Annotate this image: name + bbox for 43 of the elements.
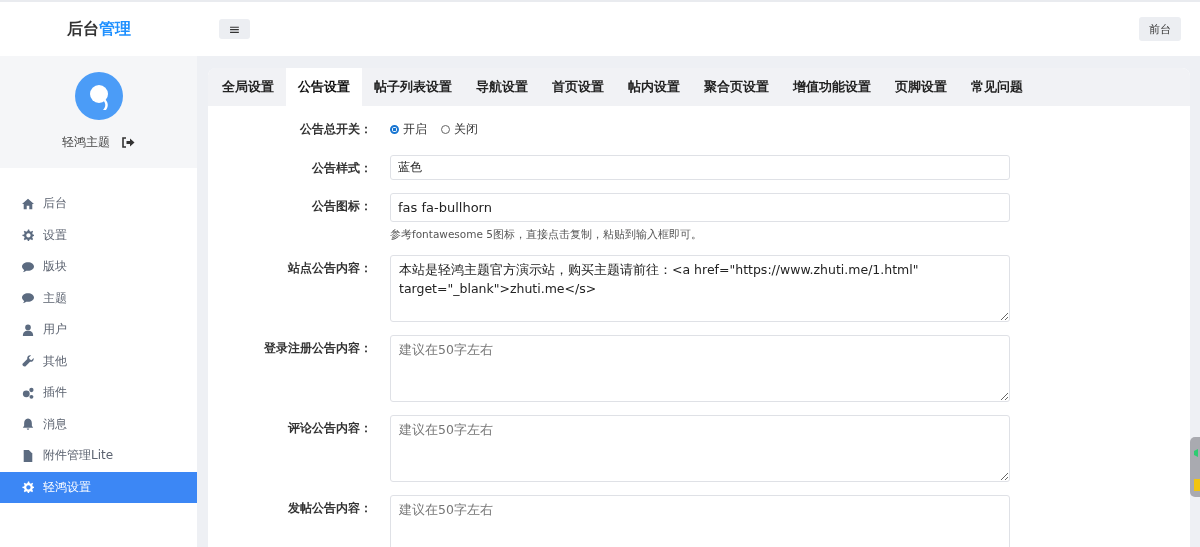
textarea-field[interactable]: 建议在50字左右 xyxy=(390,415,1010,482)
bell-icon xyxy=(22,418,34,431)
help-text: 参考fontawesome 5图标，直接点击复制，粘贴到输入框即可。 xyxy=(390,228,703,242)
logout-icon[interactable] xyxy=(122,137,135,148)
field-label: 公告图标： xyxy=(312,199,372,213)
wrench-icon xyxy=(22,355,34,368)
sidebar-menu-item[interactable]: 后台 xyxy=(0,188,197,220)
textarea-field[interactable]: 本站是轻鸿主题官方演示站，购买主题请前往：<a href="https://www.zhuti.me/1.html" target="_blank">zhuti.me</s> xyxy=(390,255,1010,322)
field-label: 公告样式： xyxy=(312,161,372,175)
sidebar-menu-item[interactable]: 设置 xyxy=(0,219,197,251)
file-icon xyxy=(22,449,34,462)
textarea-field[interactable]: 建议在50字左右 xyxy=(390,495,1010,547)
text-input-field[interactable]: 蓝色 xyxy=(390,155,1010,180)
field-label: 评论公告内容： xyxy=(288,421,372,435)
avatar-logo-icon xyxy=(74,72,123,120)
home-icon xyxy=(22,197,34,210)
field-label: 登录注册公告内容： xyxy=(264,341,372,355)
speech-bubble-icon xyxy=(22,292,34,305)
sidebar-menu-item[interactable]: 轻鸿设置 xyxy=(0,471,197,503)
field-label: 发帖公告内容： xyxy=(288,501,372,515)
sidebar-menu-item[interactable]: 其他 xyxy=(0,345,197,377)
sidebar-menu-item[interactable]: 版块 xyxy=(0,251,197,283)
radio-button[interactable] xyxy=(390,124,399,134)
sidebar-menu-item[interactable]: 插件 xyxy=(0,377,197,409)
site-logo: 后台管理 xyxy=(65,18,132,40)
field-label: 公告总开关： xyxy=(300,122,372,136)
text-input-field[interactable]: fas fa-bullhorn xyxy=(390,193,1010,222)
sidebar-menu-item[interactable]: 消息 xyxy=(0,408,197,440)
settings-tab[interactable]: 公告设置 xyxy=(286,68,362,106)
sidebar-menu-item[interactable]: 附件管理Lite xyxy=(0,440,197,472)
user-name: 轻鸿主题 xyxy=(62,134,110,151)
radio-option[interactable]: 关闭 xyxy=(441,120,478,138)
speech-bubble-icon xyxy=(22,260,34,273)
textarea-field[interactable]: 建议在50字左右 xyxy=(390,335,1010,402)
sidebar-menu-item[interactable]: 主题 xyxy=(0,282,197,314)
menu-toggle-button[interactable]: ≡ xyxy=(219,19,250,39)
field-label: 站点公告内容： xyxy=(288,261,372,275)
user-icon xyxy=(22,323,34,336)
gear-icon xyxy=(22,481,34,494)
gear-icon xyxy=(22,229,34,242)
sidebar-menu-item[interactable]: 用户 xyxy=(0,314,197,346)
radio-option[interactable]: 开启 xyxy=(390,120,427,138)
front-page-button[interactable]: 前台 xyxy=(1139,17,1181,41)
